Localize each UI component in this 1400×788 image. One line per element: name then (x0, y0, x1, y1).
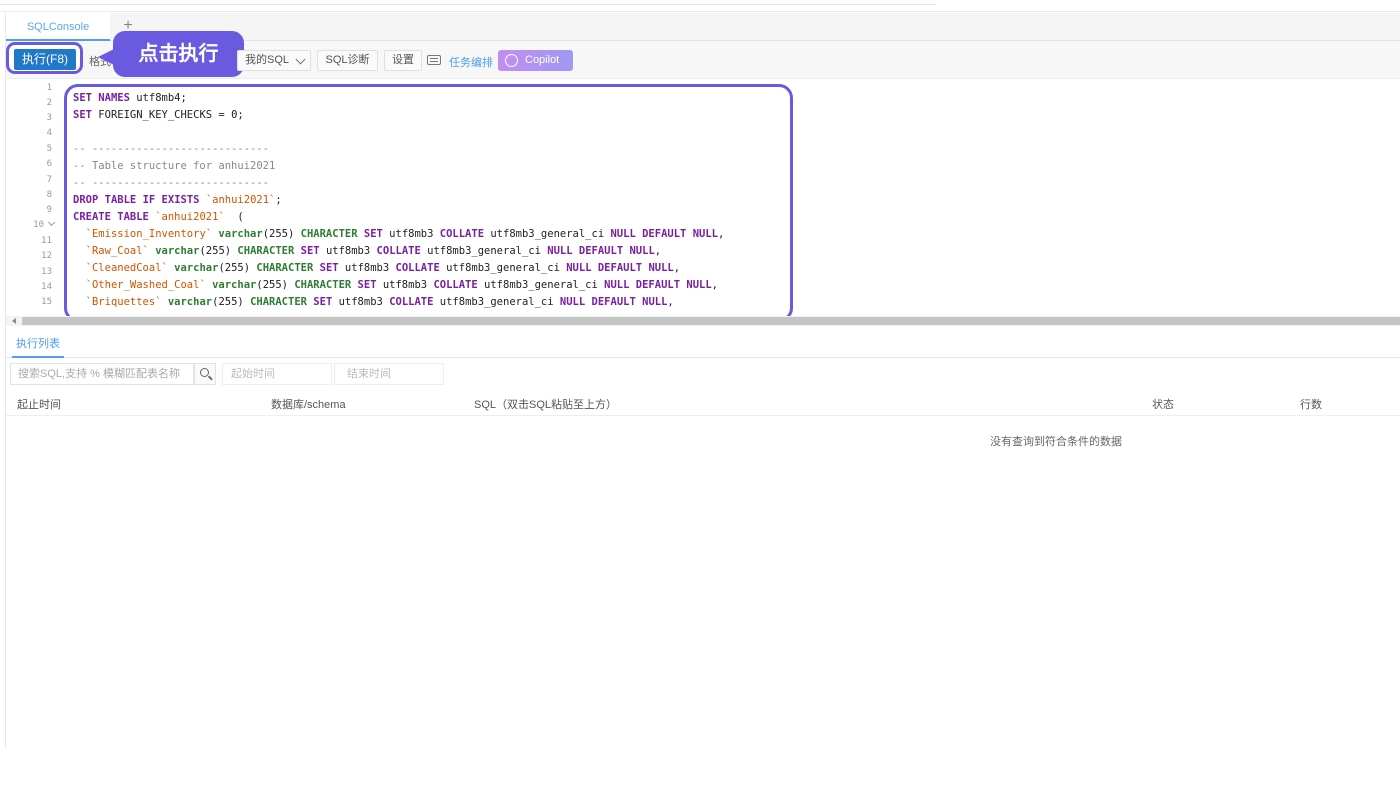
line-number: 2 (46, 98, 52, 108)
start-time-input[interactable]: 起始时间 (222, 363, 332, 385)
settings-button[interactable]: 设置 (384, 50, 422, 71)
results-table-header: 起止时间 数据库/schema SQL（双击SQL粘贴至上方） 状态 行数 (6, 390, 1400, 416)
chevron-down-icon (295, 54, 306, 65)
code-line[interactable]: CREATE TABLE `anhui2021` ( (73, 210, 244, 224)
line-number: 1 (46, 83, 52, 93)
results-filter-row: 搜索SQL,支持 % 模糊匹配表名称 起始时间 结束时间 (6, 359, 1400, 389)
line-number: 9 (46, 205, 52, 215)
code-line[interactable]: -- Table structure for anhui2021 (73, 159, 275, 173)
column-header-schema[interactable]: 数据库/schema (271, 396, 346, 412)
run-button[interactable]: 执行(F8) (14, 49, 76, 70)
results-tab-bar: 执行列表 (6, 333, 1400, 358)
column-header-rows[interactable]: 行数 (1300, 396, 1322, 412)
fold-chevron-icon[interactable] (47, 218, 56, 227)
line-number: 5 (46, 144, 52, 154)
code-line[interactable]: -- ---------------------------- (73, 142, 269, 156)
scroll-left-icon[interactable] (12, 318, 16, 324)
sql-editor[interactable]: 1 2 3 4 5 6 7 8 9 10 11 12 13 14 15 SET … (6, 80, 1400, 322)
tab-execution-list[interactable]: 执行列表 (12, 333, 64, 358)
line-number: 8 (46, 190, 52, 200)
code-line[interactable]: `Emission_Inventory` varchar(255) CHARAC… (73, 227, 725, 241)
search-icon-handle (208, 375, 213, 381)
callout-pointer (98, 49, 114, 65)
tab-sqlconsole[interactable]: SQLConsole (6, 13, 110, 41)
scrollbar-thumb[interactable] (22, 317, 1400, 325)
line-number: 14 (41, 282, 52, 292)
empty-results-message: 没有查询到符合条件的数据 (990, 436, 1122, 448)
top-border (0, 11, 1400, 12)
my-sql-label: 我的SQL (245, 54, 290, 66)
line-number: 3 (46, 113, 52, 123)
line-number: 4 (46, 128, 52, 138)
column-header-time[interactable]: 起止时间 (17, 396, 61, 412)
top-divider (0, 4, 936, 5)
line-number: 10 (33, 220, 44, 230)
editor-toolbar: 执行(F8) 格式 点击执行 我的SQL SQL诊断 设置 任务编排 Copil… (6, 31, 1400, 79)
line-number: 7 (46, 175, 52, 185)
code-line[interactable]: -- ---------------------------- (73, 176, 269, 190)
sql-search-input[interactable]: 搜索SQL,支持 % 模糊匹配表名称 (10, 363, 194, 385)
task-orchestration-link[interactable]: 任务编排 (449, 54, 493, 70)
copilot-icon (505, 54, 518, 67)
code-highlight-box: SET NAMES utf8mb4; SET FOREIGN_KEY_CHECKS… (64, 84, 793, 322)
copilot-button[interactable]: Copilot (498, 50, 573, 71)
top-strip (0, 0, 1400, 12)
line-number: 12 (41, 251, 52, 261)
line-number-gutter: 1 2 3 4 5 6 7 8 9 10 11 12 13 14 15 (6, 80, 56, 316)
horizontal-scrollbar[interactable] (6, 316, 1400, 326)
code-line[interactable]: SET FOREIGN_KEY_CHECKS = 0; (73, 108, 244, 122)
code-line[interactable]: DROP TABLE IF EXISTS `anhui2021`; (73, 193, 282, 207)
bottom-blank (0, 748, 1400, 788)
line-number: 13 (41, 267, 52, 277)
search-button[interactable] (194, 363, 216, 385)
sql-console-app: SQLConsole + 执行(F8) 格式 点击执行 我的SQL SQL诊断 … (0, 0, 1400, 788)
code-line[interactable]: SET NAMES utf8mb4; (73, 91, 187, 105)
code-line[interactable]: `Briquettes` varchar(255) CHARACTER SET … (73, 295, 674, 309)
code-line[interactable]: `Raw_Coal` varchar(255) CHARACTER SET ut… (73, 244, 661, 258)
column-header-sql[interactable]: SQL（双击SQL粘贴至上方） (474, 396, 617, 412)
code-line[interactable]: `CleanedCoal` varchar(255) CHARACTER SET… (73, 261, 680, 275)
line-number: 15 (41, 297, 52, 307)
end-time-input[interactable]: 结束时间 (334, 363, 444, 385)
keyboard-icon[interactable] (427, 55, 441, 65)
sql-diagnose-button[interactable]: SQL诊断 (317, 50, 378, 71)
my-sql-dropdown[interactable]: 我的SQL (237, 50, 311, 71)
copilot-label: Copilot (525, 54, 560, 66)
click-run-callout: 点击执行 (113, 31, 244, 77)
code-line[interactable]: `Other_Washed_Coal` varchar(255) CHARACT… (73, 278, 718, 292)
line-number: 11 (41, 236, 52, 246)
column-header-status[interactable]: 状态 (1152, 396, 1174, 412)
line-number: 6 (46, 159, 52, 169)
run-button-highlight: 执行(F8) (6, 42, 83, 74)
